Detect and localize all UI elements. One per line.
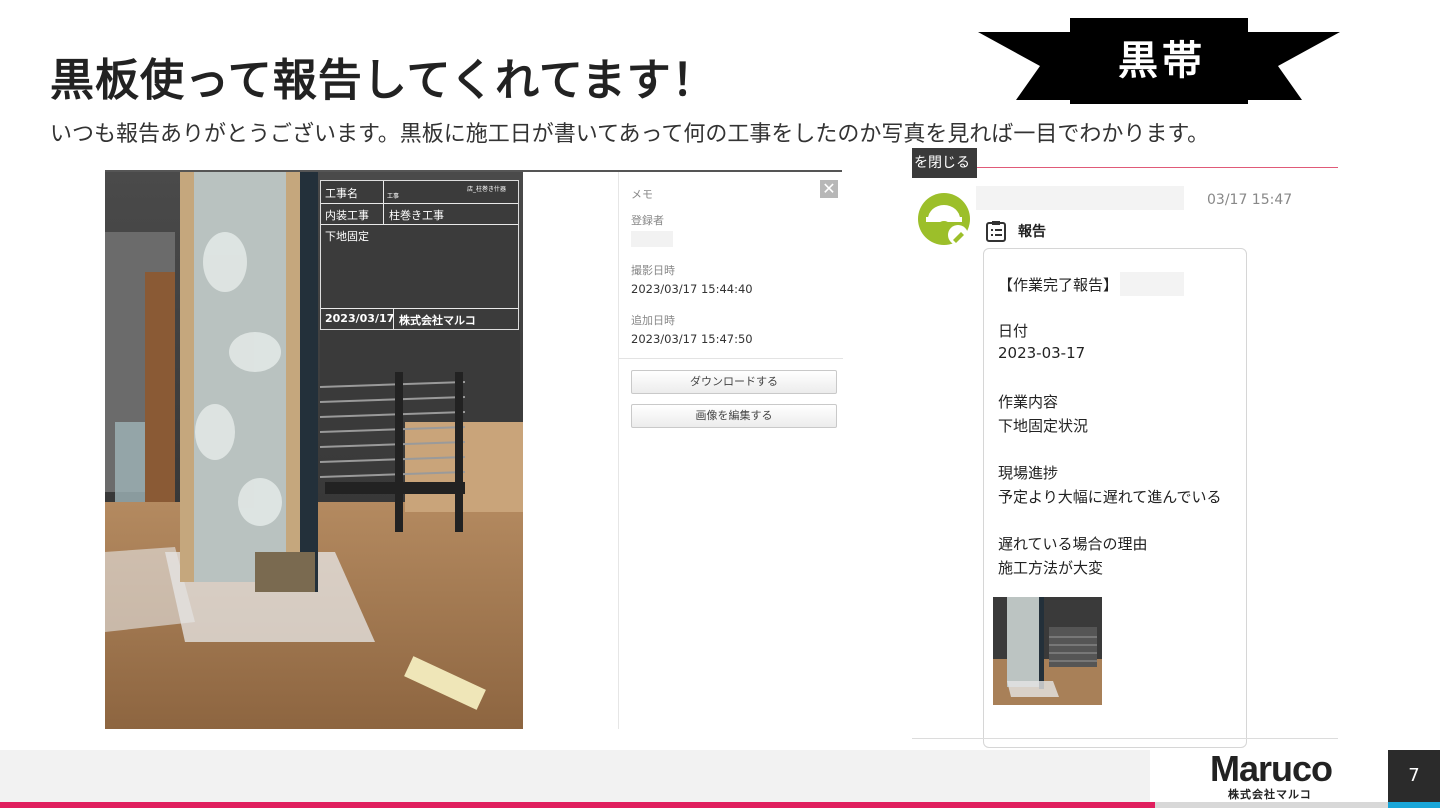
- added-datetime-value: 2023/03/17 15:47:50: [631, 332, 753, 346]
- photo-thumbnail-graphic: [993, 597, 1102, 705]
- logo-company-name: 株式会社マルコ: [1228, 788, 1312, 801]
- bb-category: 内装工事: [325, 209, 369, 222]
- bb-work-type: 柱巻き工事: [389, 209, 444, 222]
- report-type-label: 報告: [1018, 224, 1046, 240]
- reason-label: 遅れている場合の理由: [998, 535, 1148, 553]
- footer-accent-gray: [1155, 802, 1388, 808]
- reason-value: 施工方法が大変: [998, 559, 1104, 577]
- bb-date: 2023/03/17: [325, 312, 395, 325]
- footer-accent-red: [0, 802, 1155, 808]
- shot-datetime-label: 撮影日時: [631, 264, 675, 277]
- photo-info-pane: メモ ✕ 登録者 撮影日時 2023/03/17 15:44:40 追加日時 2…: [618, 172, 843, 729]
- edit-image-button[interactable]: 画像を編集する: [631, 404, 837, 428]
- added-datetime-label: 追加日時: [631, 314, 675, 327]
- work-value: 下地固定状況: [998, 417, 1089, 435]
- chat-bottom-divider: [912, 738, 1338, 739]
- report-bubble: 【作業完了報告】 日付 2023-03-17 作業内容 下地固定状況 現場進捗 …: [983, 248, 1247, 748]
- registrant-value-redacted: [631, 231, 673, 247]
- company-logo: Maruco 株式会社マルコ: [1150, 748, 1388, 802]
- memo-label: メモ: [631, 188, 653, 201]
- close-tooltip[interactable]: を閉じる: [912, 148, 977, 178]
- close-icon[interactable]: ✕: [820, 180, 838, 198]
- report-heading: 【作業完了報告】: [998, 276, 1119, 294]
- date-value: 2023-03-17: [998, 344, 1086, 362]
- photo-thumbnail[interactable]: [993, 597, 1102, 705]
- ribbon-label: 黒帯: [1118, 38, 1206, 84]
- chat-report-panel: を閉じる 03/17 15:47 報告 【作業完了報告】 日付 2023-03-…: [912, 148, 1338, 748]
- download-button[interactable]: ダウンロードする: [631, 370, 837, 394]
- bb-koji-small: 工事: [387, 193, 400, 200]
- shot-datetime-value: 2023/03/17 15:44:40: [631, 282, 753, 296]
- logo-wordmark: Maruco: [1210, 748, 1333, 789]
- slide-subtitle: いつも報告ありがとうございます。黒板に施工日が書いてあって何の工事をしたのか写真…: [50, 122, 1210, 147]
- sender-name-redacted: [976, 186, 1184, 210]
- info-divider: [619, 358, 843, 359]
- worker-avatar-icon: [918, 193, 970, 245]
- footer-accent-blue: [1388, 802, 1440, 808]
- clipboard-icon: [986, 221, 1006, 242]
- bb-koji-tag: 店_柱巻き什器: [467, 186, 507, 193]
- bb-koji-label: 工事名: [325, 187, 358, 200]
- progress-label: 現場進捗: [998, 464, 1059, 482]
- page-number: 7: [1388, 750, 1440, 802]
- photo-viewer-panel: 工事名 工事 店_柱巻き什器 内装工事 柱巻き工事 下地固定 2023/03/1…: [105, 170, 843, 729]
- bb-body: 下地固定: [325, 230, 369, 243]
- report-heading-redacted: [1120, 272, 1184, 296]
- progress-value: 予定より大幅に遅れて進んでいる: [998, 488, 1222, 506]
- registrant-label: 登録者: [631, 214, 664, 227]
- construction-photo[interactable]: 工事名 工事 店_柱巻き什器 内装工事 柱巻き工事 下地固定 2023/03/1…: [105, 172, 523, 729]
- slide-title: 黒板使って報告してくれてます！: [50, 55, 717, 106]
- message-time: 03/17 15:47: [1207, 192, 1293, 208]
- date-label: 日付: [998, 322, 1029, 340]
- work-label: 作業内容: [998, 393, 1059, 411]
- construction-blackboard: 工事名 工事 店_柱巻き什器 内装工事 柱巻き工事 下地固定 2023/03/1…: [320, 180, 519, 330]
- bb-company: 株式会社マルコ: [399, 314, 476, 327]
